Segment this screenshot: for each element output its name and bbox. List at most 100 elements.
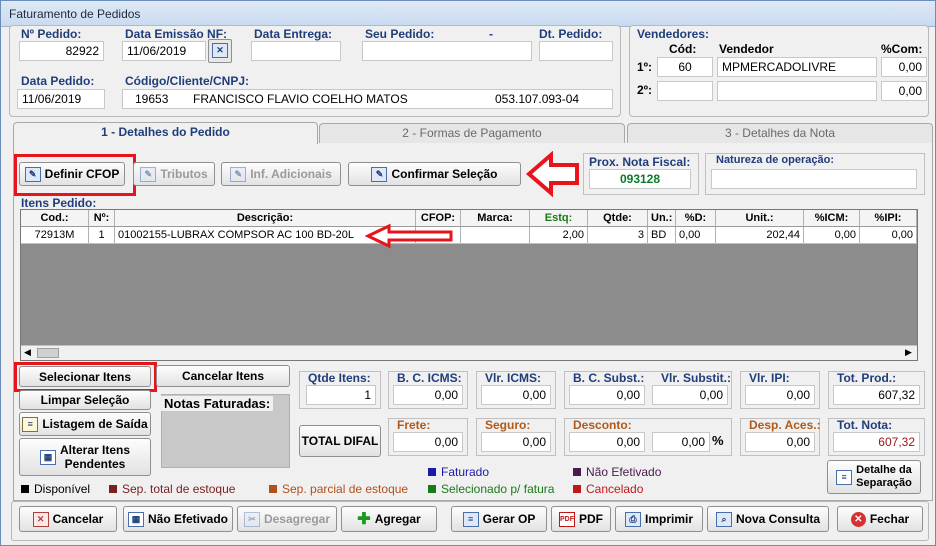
itens-grid: Cod.: Nº: Descrição: CFOP: Marca: Estq: … bbox=[20, 209, 918, 361]
bc-icms-label: B. C. ICMS: bbox=[397, 371, 462, 385]
inf-adicionais-button[interactable]: ✎ Inf. Adicionais bbox=[221, 162, 341, 186]
col-cod: Cod.: bbox=[21, 210, 89, 226]
legend-selecionado-text: Selecionado p/ fatura bbox=[441, 482, 555, 496]
vendedores-col-vendedor: Vendedor bbox=[719, 42, 774, 56]
desagregar-icon: ✂ bbox=[243, 511, 260, 527]
nao-efetivado-label: Não Efetivado bbox=[147, 512, 228, 526]
col-un: Un.: bbox=[648, 210, 676, 226]
legend-selecionado: Selecionado p/ fatura bbox=[428, 482, 554, 496]
table-row[interactable]: 72913M 1 01002155-LUBRAX COMPSOR AC 100 … bbox=[21, 227, 917, 244]
nova-consulta-button[interactable]: ⌕ Nova Consulta bbox=[707, 506, 829, 532]
data-pedido-field[interactable]: 11/06/2019 bbox=[17, 89, 105, 109]
tributos-button[interactable]: ✎ Tributos bbox=[133, 162, 215, 186]
faturamento-window: Faturamento de Pedidos Nº Pedido: 82922 … bbox=[0, 0, 936, 546]
cancelar-button[interactable]: ✕ Cancelar bbox=[19, 506, 117, 532]
cell-un: BD bbox=[648, 227, 676, 243]
vendedor-2-nome[interactable] bbox=[717, 81, 877, 101]
seu-pedido-separator: - bbox=[489, 27, 493, 41]
cancelar-itens-button[interactable]: Cancelar Itens bbox=[156, 365, 290, 387]
grid-icon: ▦ bbox=[39, 449, 56, 465]
fechar-button[interactable]: ✕ Fechar bbox=[837, 506, 923, 532]
edit-icon: ✎ bbox=[140, 166, 157, 182]
vendedor-2-label: 2º: bbox=[637, 83, 653, 97]
cliente-field[interactable]: 19653 FRANCISCO FLAVIO COELHO MATOS 053.… bbox=[122, 89, 613, 109]
frete-field[interactable]: 0,00 bbox=[393, 432, 463, 452]
highlight-box-cfop bbox=[14, 154, 136, 196]
arrow-left-icon bbox=[525, 151, 579, 197]
desconto-field[interactable]: 0,00 bbox=[569, 432, 645, 452]
alterar-itens-line1: Alterar Itens bbox=[59, 443, 131, 457]
detalhe-separacao-button[interactable]: ≡ Detalhe da Separação bbox=[827, 460, 921, 494]
vendedor-1-com[interactable]: 0,00 bbox=[881, 57, 927, 77]
prox-nota-label: Prox. Nota Fiscal: bbox=[589, 155, 691, 169]
qtde-itens-field: 1 bbox=[306, 385, 376, 405]
bc-subst-field: 0,00 bbox=[569, 385, 645, 405]
scroll-left-icon[interactable]: ◀ bbox=[24, 347, 31, 358]
legend-cancelado-text: Cancelado bbox=[586, 482, 644, 496]
vendedor-1-nome[interactable]: MPMERCADOLIVRE bbox=[717, 57, 877, 77]
col-estq: Estq: bbox=[530, 210, 588, 226]
alterar-itens-button[interactable]: ▦ Alterar Itens Pendentes bbox=[19, 438, 151, 476]
emissao-field[interactable]: 11/06/2019 bbox=[122, 41, 206, 61]
confirmar-selecao-button[interactable]: ✎ Confirmar Seleção bbox=[348, 162, 521, 186]
grid-icon: ▦ bbox=[127, 511, 144, 527]
vendedor-2-com[interactable]: 0,00 bbox=[881, 81, 927, 101]
vendedor-1-cod[interactable]: 60 bbox=[657, 57, 713, 77]
alterar-itens-label: Alterar Itens Pendentes bbox=[60, 443, 130, 471]
desp-aces-field[interactable]: 0,00 bbox=[745, 432, 815, 452]
vendedor-2-cod[interactable] bbox=[657, 81, 713, 101]
cancel-doc-icon: ✕ bbox=[32, 511, 49, 527]
natureza-field[interactable] bbox=[711, 169, 917, 189]
cliente-cnpj: 053.107.093-04 bbox=[495, 92, 580, 106]
legend-nao-efetivado-text: Não Efetivado bbox=[586, 465, 662, 479]
legend-sep-parcial-text: Sep. parcial de estoque bbox=[282, 482, 409, 496]
limpar-selecao-button[interactable]: Limpar Seleção bbox=[19, 390, 151, 410]
nao-efetivado-button[interactable]: ▦ Não Efetivado bbox=[123, 506, 233, 532]
gerar-op-button[interactable]: ≡ Gerar OP bbox=[451, 506, 547, 532]
inf-adicionais-label: Inf. Adicionais bbox=[250, 167, 332, 181]
cell-qtde: 3 bbox=[588, 227, 648, 243]
legend-swatch bbox=[269, 485, 277, 493]
seguro-field[interactable]: 0,00 bbox=[481, 432, 551, 452]
tab-detalhes-nota[interactable]: 3 - Detalhes da Nota bbox=[627, 123, 933, 143]
entrega-label: Data Entrega: bbox=[254, 27, 333, 41]
legend-faturado-text: Faturado bbox=[441, 465, 490, 479]
agregar-button[interactable]: ✚ Agregar bbox=[341, 506, 437, 532]
scroll-right-icon[interactable]: ▶ bbox=[905, 347, 912, 358]
calendar-button[interactable]: ✕ bbox=[208, 39, 232, 63]
imprimir-label: Imprimir bbox=[644, 512, 693, 526]
total-difal-button[interactable]: TOTAL DIFAL bbox=[299, 425, 381, 457]
qtde-itens-label: Qtde Itens: bbox=[308, 371, 371, 385]
legend-swatch bbox=[573, 468, 581, 476]
col-qtde: Qtde: bbox=[588, 210, 648, 226]
percent-symbol: % bbox=[712, 433, 724, 448]
horizontal-scrollbar[interactable]: ◀ ▶ bbox=[21, 345, 917, 360]
scroll-thumb[interactable] bbox=[37, 348, 59, 358]
tot-prod-field: 607,32 bbox=[833, 385, 920, 405]
close-icon: ✕ bbox=[850, 511, 866, 527]
vlr-ipi-field: 0,00 bbox=[745, 385, 815, 405]
tab-detalhes-pedido[interactable]: 1 - Detalhes do Pedido bbox=[13, 122, 318, 144]
desconto-label: Desconto: bbox=[573, 418, 632, 432]
desconto-pct-field[interactable]: 0,00 bbox=[652, 432, 710, 452]
natureza-label: Natureza de operação: bbox=[716, 154, 834, 166]
fechar-label: Fechar bbox=[869, 512, 910, 526]
pdf-button[interactable]: PDF PDF bbox=[551, 506, 611, 532]
imprimir-button[interactable]: ⎙ Imprimir bbox=[615, 506, 703, 532]
seu-pedido-field[interactable] bbox=[362, 41, 532, 61]
legend-nao-efetivado: Não Efetivado bbox=[573, 465, 661, 479]
legend-disponivel: Disponível bbox=[21, 482, 90, 496]
legend-sep-parcial: Sep. parcial de estoque bbox=[269, 482, 408, 496]
dt-pedido-field[interactable] bbox=[539, 41, 613, 61]
desagregar-button[interactable]: ✂ Desagregar bbox=[237, 506, 337, 532]
cell-icm: 0,00 bbox=[804, 227, 860, 243]
detalhe-separacao-line1: Detalhe da bbox=[856, 464, 912, 476]
tab-formas-pagamento[interactable]: 2 - Formas de Pagamento bbox=[319, 123, 625, 143]
listagem-saida-button[interactable]: ≡ Listagem de Saída bbox=[19, 412, 151, 436]
tot-nota-label: Tot. Nota: bbox=[837, 418, 893, 432]
col-n: Nº: bbox=[89, 210, 115, 226]
entrega-field[interactable] bbox=[251, 41, 341, 61]
cell-estq: 2,00 bbox=[530, 227, 588, 243]
pedido-field[interactable]: 82922 bbox=[19, 41, 104, 61]
col-icm: %ICM: bbox=[804, 210, 860, 226]
